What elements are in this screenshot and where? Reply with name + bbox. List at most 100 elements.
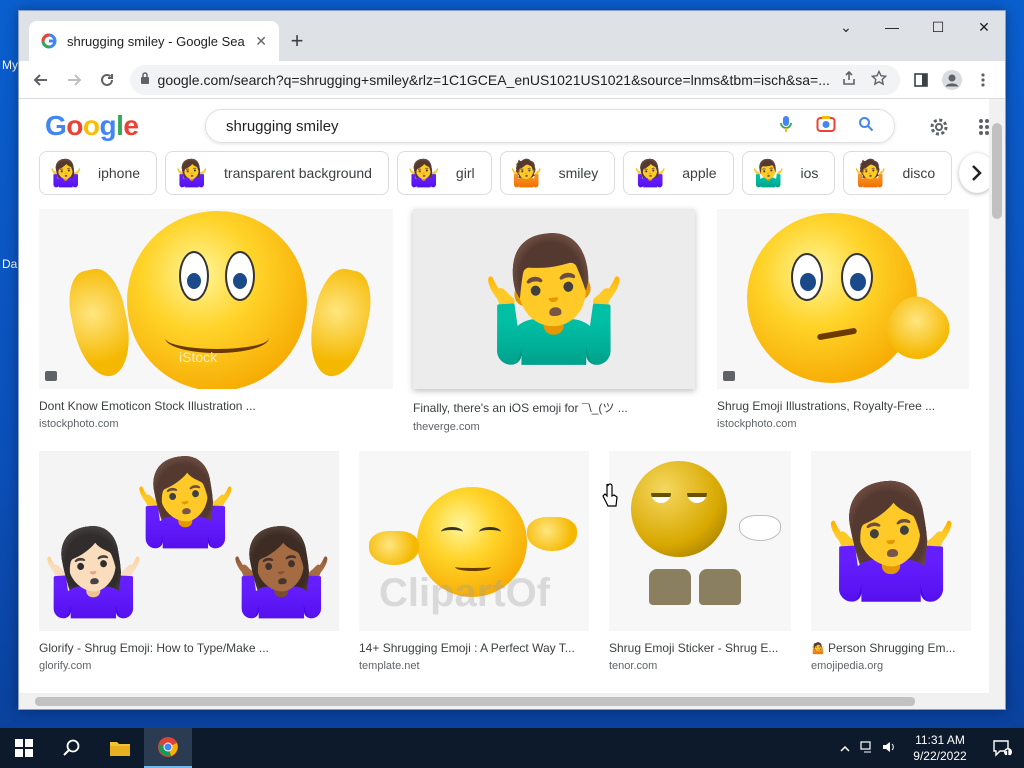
- maximize-button[interactable]: ☐: [915, 11, 961, 43]
- browser-window: shrugging smiley - Google Search ✕ + ⌄ —…: [18, 10, 1006, 710]
- result-thumbnail[interactable]: [609, 451, 791, 631]
- settings-gear-icon[interactable]: [925, 113, 953, 141]
- result-title[interactable]: Shrug Emoji Illustrations, Royalty-Free …: [717, 399, 969, 413]
- result-title[interactable]: Glorify - Shrug Emoji: How to Type/Make …: [39, 641, 339, 655]
- chip-label: disco: [902, 165, 936, 181]
- chip-girl[interactable]: 🤷‍♀️ girl: [396, 151, 492, 195]
- chip-thumbnail: 🤷: [510, 157, 543, 188]
- google-logo[interactable]: Google: [45, 110, 179, 142]
- back-button[interactable]: [27, 64, 56, 96]
- hand-graphic: [302, 264, 378, 382]
- result-source[interactable]: istockphoto.com: [39, 418, 393, 430]
- chip-smiley[interactable]: 🤷 smiley: [499, 151, 616, 195]
- desktop-icon-label[interactable]: Da: [2, 257, 17, 271]
- volume-icon[interactable]: [878, 741, 900, 756]
- result-thumbnail[interactable]: [717, 209, 969, 389]
- chrome-icon: [158, 737, 178, 757]
- forward-button[interactable]: [60, 64, 89, 96]
- chevron-up-icon[interactable]: [834, 741, 856, 756]
- close-window-button[interactable]: ✕: [961, 11, 1005, 43]
- profile-avatar-icon[interactable]: [939, 65, 966, 95]
- image-result-card[interactable]: 🤷‍♀️ 🤷 Person Shrugging Em... emojipedia…: [811, 451, 971, 672]
- bookmark-star-icon[interactable]: [868, 69, 890, 90]
- result-source[interactable]: glorify.com: [39, 660, 339, 672]
- result-source[interactable]: theverge.com: [413, 421, 695, 433]
- horizontal-scrollbar[interactable]: [19, 693, 991, 709]
- clock[interactable]: 11:31 AM 9/22/2022: [900, 732, 980, 764]
- image-result-card[interactable]: ClipartOf 14+ Shrugging Emoji : A Perfec…: [359, 451, 589, 672]
- image-result-card[interactable]: 🤷‍♀️ 🤷🏻‍♀️ 🤷🏾‍♀️ Glorify - Shrug Emoji: …: [39, 451, 339, 672]
- search-icon: [63, 739, 80, 756]
- emojipedia-favicon-icon: 🤷: [811, 643, 825, 655]
- result-source[interactable]: emojipedia.org: [811, 660, 971, 672]
- image-result-card[interactable]: iStock Dont Know Emoticon Stock Illustra…: [39, 209, 393, 430]
- result-title[interactable]: 🤷 Person Shrugging Em...: [811, 641, 971, 655]
- microphone-icon[interactable]: [772, 115, 800, 138]
- clock-time: 11:31 AM: [915, 733, 965, 747]
- start-button[interactable]: [0, 728, 48, 768]
- image-result-card[interactable]: Shrug Emoji Sticker - Shrug E... tenor.c…: [609, 451, 791, 672]
- woman-shrugging-emoji: 🤷‍♀️: [822, 479, 960, 603]
- chip-thumbnail: 🤷‍♂️: [752, 157, 785, 188]
- result-source[interactable]: template.net: [359, 660, 589, 672]
- chip-apple[interactable]: 🤷‍♀️ apple: [623, 151, 734, 195]
- vertical-scrollbar-thumb[interactable]: [992, 123, 1002, 219]
- chip-disco[interactable]: 🤷 disco: [843, 151, 953, 195]
- result-title[interactable]: Finally, there's an iOS emoji for ¯\_(ツ …: [413, 399, 695, 416]
- lock-icon[interactable]: [140, 72, 150, 87]
- horizontal-scrollbar-thumb[interactable]: [35, 697, 915, 706]
- close-tab-icon[interactable]: ✕: [255, 33, 267, 50]
- taskbar-search-button[interactable]: [48, 728, 96, 768]
- result-thumbnail[interactable]: iStock: [39, 209, 393, 389]
- reload-button[interactable]: [93, 64, 122, 96]
- desktop-icon-label[interactable]: My: [2, 58, 18, 72]
- search-input[interactable]: shrugging smiley: [226, 118, 760, 135]
- result-thumbnail[interactable]: 🤷‍♂️: [413, 209, 695, 389]
- notification-center-button[interactable]: 1: [980, 739, 1024, 758]
- network-icon[interactable]: [856, 740, 878, 756]
- minimize-button[interactable]: —: [869, 11, 915, 43]
- more-menu-icon[interactable]: [970, 65, 997, 95]
- result-title[interactable]: 14+ Shrugging Emoji : A Perfect Way T...: [359, 641, 589, 655]
- new-tab-button[interactable]: +: [283, 27, 311, 55]
- shoe-graphic: [699, 569, 741, 605]
- search-box[interactable]: shrugging smiley: [205, 109, 895, 143]
- file-explorer-button[interactable]: [96, 728, 144, 768]
- result-source[interactable]: tenor.com: [609, 660, 791, 672]
- tab-search-icon[interactable]: ⌄: [823, 11, 869, 43]
- result-thumbnail[interactable]: ClipartOf: [359, 451, 589, 631]
- tab-google-search[interactable]: shrugging smiley - Google Search ✕: [29, 21, 279, 61]
- result-thumbnail[interactable]: 🤷‍♀️ 🤷🏻‍♀️ 🤷🏾‍♀️: [39, 451, 339, 631]
- chip-ios[interactable]: 🤷‍♂️ ios: [741, 151, 836, 195]
- system-tray: 11:31 AM 9/22/2022 1: [834, 728, 1024, 768]
- result-thumbnail[interactable]: 🤷‍♀️: [811, 451, 971, 631]
- watermark-text: iStock: [179, 349, 218, 365]
- side-panel-icon[interactable]: [908, 65, 935, 95]
- windows-logo-icon: [15, 739, 33, 757]
- result-source[interactable]: istockphoto.com: [717, 418, 969, 430]
- chip-transparent-background[interactable]: 🤷‍♀️ transparent background: [165, 151, 389, 195]
- chip-iphone[interactable]: 🤷‍♀️ iphone: [39, 151, 158, 195]
- woman-shrugging-emoji: 🤷🏾‍♀️: [229, 525, 334, 619]
- chip-thumbnail: 🤷: [854, 157, 887, 188]
- woman-shrugging-emoji: 🤷🏻‍♀️: [41, 525, 146, 619]
- chip-label: smiley: [558, 165, 599, 181]
- tab-strip: shrugging smiley - Google Search ✕ + ⌄ —…: [19, 11, 1005, 61]
- hand-graphic: [369, 531, 419, 565]
- search-icon[interactable]: [852, 116, 880, 137]
- chrome-taskbar-button[interactable]: [144, 728, 192, 768]
- image-result-card[interactable]: 🤷‍♂️ Finally, there's an iOS emoji for ¯…: [413, 209, 695, 433]
- vertical-scrollbar[interactable]: [989, 99, 1005, 709]
- address-bar[interactable]: google.com/search?q=shrugging+smiley&rlz…: [129, 64, 900, 95]
- chip-label: girl: [455, 165, 475, 181]
- google-favicon-icon: [41, 33, 57, 49]
- url-text[interactable]: google.com/search?q=shrugging+smiley&rlz…: [158, 72, 830, 88]
- share-icon[interactable]: [838, 70, 860, 90]
- hand-graphic: [739, 515, 781, 541]
- camera-lens-icon[interactable]: [812, 115, 840, 138]
- result-title[interactable]: Dont Know Emoticon Stock Illustration ..…: [39, 399, 393, 413]
- taskbar: 11:31 AM 9/22/2022 1: [0, 728, 1024, 768]
- result-title[interactable]: Shrug Emoji Sticker - Shrug E...: [609, 641, 791, 655]
- result-title-text[interactable]: Person Shrugging Em...: [828, 641, 955, 655]
- image-result-card[interactable]: Shrug Emoji Illustrations, Royalty-Free …: [717, 209, 969, 430]
